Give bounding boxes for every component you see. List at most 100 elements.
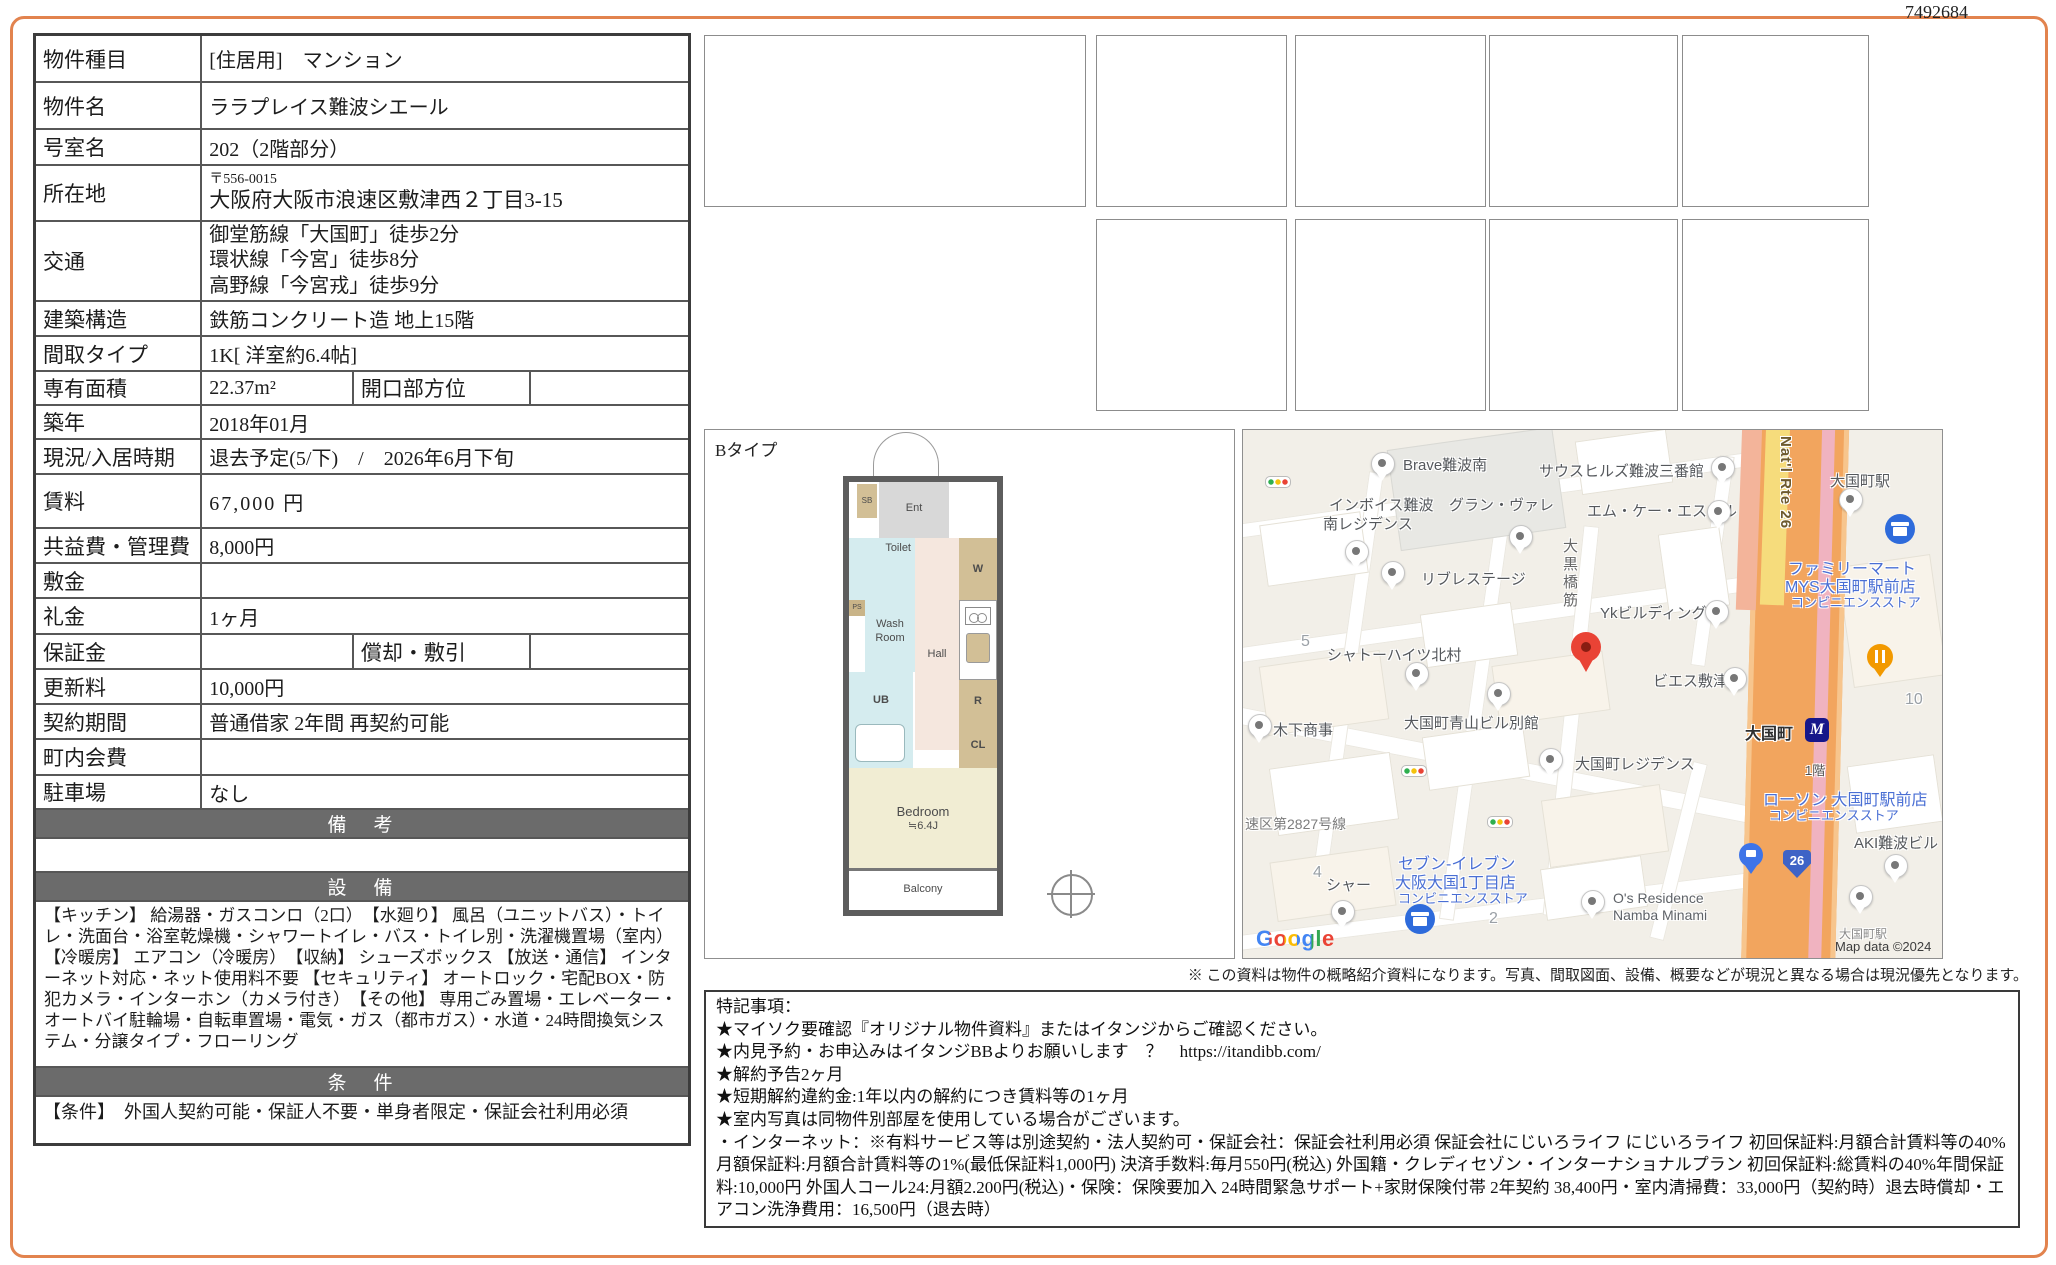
room-washer: W bbox=[959, 538, 997, 600]
map-pin-gray bbox=[1381, 561, 1405, 585]
map-label: コンビニエンスストア bbox=[1769, 805, 1899, 824]
map-pin-gray bbox=[1345, 540, 1369, 564]
map-pin-gray bbox=[1405, 662, 1429, 686]
map-label: サウスヒルズ難波三番館 bbox=[1539, 460, 1704, 481]
row-neighborhood-fee: 町内会費 bbox=[35, 739, 690, 775]
property-table: 物件種目 [住居用] マンション 物件名 ララプレイス難波シエール 号室名 20… bbox=[33, 33, 691, 1146]
row-guarantee: 保証金 償却・敷引 bbox=[35, 634, 690, 669]
map-canvas: Google Map data ©2024 Brave難波南サウスヒルズ難波三番… bbox=[1242, 429, 1943, 959]
map-pin-metro: M bbox=[1805, 718, 1829, 742]
remarks-row bbox=[35, 838, 690, 872]
row-address: 所在地 〒556-0015 大阪府大阪市浪速区敷津西２丁目3-15 bbox=[35, 165, 690, 221]
entrance-door-arc bbox=[873, 432, 939, 477]
map-label: 大黒橋筋 bbox=[1559, 538, 1580, 610]
room-unit-bath: UB bbox=[849, 672, 913, 772]
google-logo: Google bbox=[1256, 926, 1335, 952]
map-label: コンビニエンスストア bbox=[1791, 592, 1921, 611]
row-built-year: 築年 2018年01月 bbox=[35, 405, 690, 439]
row-contract-term: 契約期間 普通借家 2年間 再契約可能 bbox=[35, 704, 690, 739]
notes-line: 特記事項： bbox=[716, 996, 2008, 1019]
map-pin-bluepin bbox=[1739, 843, 1763, 867]
room-balcony: Balcony bbox=[849, 868, 997, 910]
row-property-kind: 物件種目 [住居用] マンション bbox=[35, 35, 690, 83]
map-label: O's Residence bbox=[1613, 890, 1704, 906]
map-label: 1階 bbox=[1805, 760, 1825, 779]
photo-placeholder bbox=[1682, 219, 1869, 411]
notes-line: ★短期解約違約金:1年以内の解約につき賃料等の1ヶ月 bbox=[716, 1086, 2008, 1109]
map-label: 10 bbox=[1905, 691, 1923, 709]
map-pin-gray bbox=[1839, 488, 1863, 512]
map-pin-store bbox=[1405, 904, 1435, 934]
photo-placeholder bbox=[1682, 35, 1869, 207]
row-renewal-fee: 更新料 10,000円 bbox=[35, 669, 690, 704]
map-disclaimer: ※ この資料は物件の概略紹介資料になります。写真、間取図面、設備、概要などが現況… bbox=[704, 964, 2028, 985]
room-toilet: Toilet bbox=[849, 538, 915, 600]
rail-line bbox=[1808, 429, 1836, 959]
floorplan-drawing: SB Ent Toilet W PS Wash Room Hall UB R C… bbox=[843, 476, 1003, 916]
room-closet: CL bbox=[959, 722, 997, 768]
row-common-fee: 共益費・管理費 8,000円 bbox=[35, 528, 690, 563]
conditions-row: 【条件】 外国人契約可能・保証人不要・単身者限定・保証会社利用必須 bbox=[35, 1096, 690, 1145]
equipment-row: 【キッチン】 給湯器・ガスコンロ（2口） 【水廻り】 風呂（ユニットバス）・トイ… bbox=[35, 901, 690, 1067]
map-pin-gray bbox=[1705, 600, 1729, 624]
row-structure: 建築構造 鉄筋コンクリート造 地上15階 bbox=[35, 301, 690, 336]
map-pin-gray bbox=[1539, 748, 1563, 772]
map-pin-gray bbox=[1509, 525, 1533, 549]
map-pin-gray bbox=[1331, 900, 1355, 924]
map-label: 4 bbox=[1313, 864, 1322, 882]
map-label: Nat'l Rte 26 bbox=[1777, 436, 1794, 529]
kitchen-sink-icon bbox=[966, 633, 990, 663]
conditions-header-row: 条 件 bbox=[35, 1067, 690, 1096]
map-label: 木下商事 bbox=[1273, 719, 1333, 740]
room-hall: Hall bbox=[915, 538, 959, 750]
row-parking: 駐車場 なし bbox=[35, 775, 690, 809]
map-label: Ykビルディング bbox=[1600, 602, 1706, 623]
map-label: 大国町レジデンス bbox=[1575, 753, 1695, 774]
photo-placeholder bbox=[1489, 35, 1678, 207]
room-pipe-space: PS bbox=[849, 600, 865, 616]
row-rent: 賃料 67,000 円 bbox=[35, 474, 690, 528]
notes-line: ★マイソク要確認『オリジナル物件資料』またはイタンジからご確認ください。 bbox=[716, 1019, 2008, 1042]
map-pin-gray bbox=[1487, 682, 1511, 706]
room-washroom: Wash Room bbox=[865, 600, 915, 672]
map-label: シャー bbox=[1326, 874, 1371, 895]
map-label: AKI難波ビル bbox=[1854, 832, 1938, 853]
room-bedroom: Bedroom ≒6.4J bbox=[849, 768, 997, 868]
map-pin-gray bbox=[1884, 854, 1908, 878]
map-label: インボイス難波 bbox=[1329, 494, 1434, 515]
row-property-name: 物件名 ララプレイス難波シエール bbox=[35, 82, 690, 129]
map-pin-gray bbox=[1371, 452, 1395, 476]
address-text: 大阪府大阪市浪速区敷津西２丁目3-15 bbox=[209, 188, 681, 213]
map-label: 南レジデンス bbox=[1323, 513, 1413, 534]
map-pin-gray bbox=[1723, 667, 1747, 691]
map-label: 速区第2827号線 bbox=[1245, 814, 1346, 834]
stove-icon bbox=[965, 607, 991, 625]
row-layout-type: 間取タイプ 1K[ 洋室約6.4帖] bbox=[35, 336, 690, 371]
map-pin-light bbox=[1401, 765, 1427, 777]
row-key-money: 礼金 1ヶ月 bbox=[35, 598, 690, 634]
row-deposit: 敷金 bbox=[35, 563, 690, 598]
notes-line: ★解約予告2ヶ月 bbox=[716, 1064, 2008, 1087]
postal-code: 〒556-0015 bbox=[209, 172, 681, 188]
photo-placeholder bbox=[1096, 35, 1287, 207]
map-building bbox=[1387, 429, 1567, 551]
map-pin-gray bbox=[1581, 890, 1605, 914]
map-pin-gray bbox=[1248, 714, 1272, 738]
room-kitchen bbox=[959, 600, 997, 680]
map-pin-light bbox=[1487, 816, 1513, 828]
map-pin-red bbox=[1571, 632, 1601, 662]
room-entrance: Ent bbox=[879, 482, 949, 538]
map-label: リブレステージ bbox=[1421, 568, 1526, 589]
map-label: グラン・ヴァレ bbox=[1449, 494, 1554, 515]
notes-line: ★室内写真は同物件別部屋を使用している場合がございます。 bbox=[716, 1109, 2008, 1132]
document-number: 7492684 bbox=[1905, 2, 1968, 23]
remarks-header-row: 備 考 bbox=[35, 809, 690, 838]
map-building bbox=[1422, 723, 1531, 791]
row-transport: 交通 御堂筋線「大国町」徒歩2分 環状線「今宮」徒歩8分 高野線「今宮戎」徒歩9… bbox=[35, 221, 690, 301]
photo-placeholder bbox=[1295, 219, 1486, 411]
map-pin-gray bbox=[1849, 885, 1873, 909]
photo-placeholder bbox=[1096, 219, 1287, 411]
map-label: 大国町青山ビル別館 bbox=[1404, 712, 1539, 733]
map-label: 5 bbox=[1301, 633, 1310, 651]
photo-placeholder bbox=[1489, 219, 1678, 411]
